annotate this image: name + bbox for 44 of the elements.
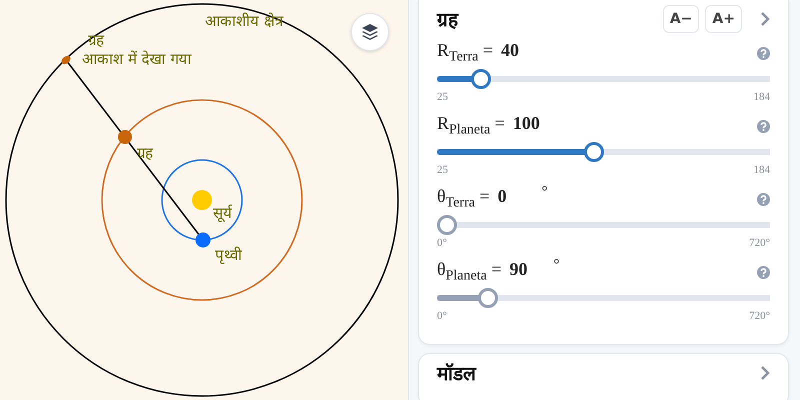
max-label: 720° xyxy=(749,310,770,322)
help-icon[interactable] xyxy=(757,120,770,132)
sun-label: सूर्य xyxy=(213,204,232,222)
unit-label: ° xyxy=(542,184,548,201)
max-label: 720° xyxy=(749,237,770,249)
planet-label: ग्रह xyxy=(88,31,104,49)
max-label: 184 xyxy=(754,91,770,103)
layers-button[interactable] xyxy=(351,13,389,51)
slider-value: 40 xyxy=(501,40,520,61)
help-icon[interactable] xyxy=(757,266,770,278)
max-label: 184 xyxy=(754,164,770,176)
planet-dot[interactable] xyxy=(118,130,132,144)
min-label: 0° xyxy=(437,310,447,322)
planet-label: ग्रह xyxy=(137,144,153,162)
help-icon[interactable] xyxy=(757,46,770,60)
slider-label: R$_{Planeta}$ = xyxy=(437,113,505,139)
min-label: 25 xyxy=(437,91,448,103)
font-size-button[interactable]: A− xyxy=(662,5,700,33)
earth-dot[interactable] xyxy=(196,232,210,248)
caption-label: आकाश में देखा गया xyxy=(82,50,192,68)
chevron-icon[interactable] xyxy=(760,365,770,381)
slider-thumb[interactable] xyxy=(471,69,492,89)
min-label: 0° xyxy=(437,237,447,249)
help-icon[interactable] xyxy=(757,192,770,206)
slider-label: R$_{Terra}$ = xyxy=(437,40,493,66)
chevron-icon[interactable] xyxy=(760,11,770,27)
slider-thumb[interactable] xyxy=(437,215,457,235)
slider-thumb[interactable] xyxy=(478,288,498,308)
slider-thumb[interactable] xyxy=(584,142,604,162)
font-size-button[interactable]: A+ xyxy=(705,5,742,33)
card-title: मॉडल xyxy=(437,362,478,386)
slider-label: θ$_{Terra}$ = xyxy=(437,186,490,212)
card-title: ग्रह xyxy=(437,8,460,32)
layers-icon xyxy=(361,23,379,41)
slider-value: 90 xyxy=(510,259,528,280)
projected-planet-dot xyxy=(62,56,70,64)
unit-label: ° xyxy=(554,257,560,274)
slider-value: 100 xyxy=(512,113,541,134)
sun-dot xyxy=(192,190,212,210)
slider-value: 0 xyxy=(498,186,508,207)
sphere-label: आकाशीय क्षेत्र xyxy=(205,12,283,30)
min-label: 25 xyxy=(437,164,448,176)
slider-label: θ$_{Planeta}$ = xyxy=(437,259,502,285)
earth-label: पृथ्वी xyxy=(215,246,242,264)
